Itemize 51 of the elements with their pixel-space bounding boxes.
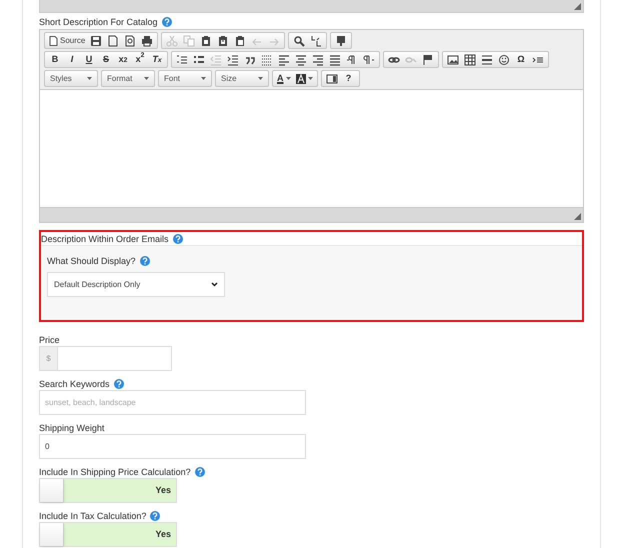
field-label: Include In Shipping Price Calculation? <box>39 467 191 477</box>
caret-icon <box>258 77 263 80</box>
price-field[interactable] <box>57 346 172 371</box>
toggle-knob[interactable] <box>40 479 64 502</box>
toolbar-button[interactable]: x$_{2}$ <box>115 52 131 66</box>
field-label: Search Keywords <box>39 379 110 389</box>
source-button[interactable]: Source <box>47 34 88 48</box>
input-field[interactable]: 0 <box>39 434 306 459</box>
help-icon[interactable] <box>150 511 160 521</box>
toolbar-button[interactable]: T$_{x}$ <box>149 52 165 66</box>
help-icon[interactable] <box>140 256 150 266</box>
help-icon[interactable] <box>162 16 172 26</box>
toggle-label: Yes <box>154 484 172 497</box>
toolbar-button[interactable]: U <box>81 52 97 66</box>
toggle-label: Yes <box>154 528 172 541</box>
display-select[interactable]: Default Description Only <box>47 272 225 297</box>
field-label: Description Within Order Emails <box>41 234 169 244</box>
toolbar-button[interactable]: ? <box>340 72 356 86</box>
toolbar-dropdown[interactable]: Font <box>158 70 212 87</box>
background-color-icon <box>296 74 306 84</box>
caret-icon <box>308 77 312 80</box>
field-label: Shipping Weight <box>39 423 104 433</box>
caret-icon <box>87 77 92 80</box>
toolbar-button[interactable]: x$^{2}$ <box>132 52 148 66</box>
toggle-knob[interactable] <box>40 523 64 546</box>
toggle-switch[interactable]: Yes <box>39 478 177 503</box>
field-label: Price <box>39 335 60 345</box>
input-field[interactable]: sunset, beach, landscape <box>39 390 306 415</box>
toggle-switch[interactable]: Yes <box>39 522 177 547</box>
caret-icon <box>286 77 290 80</box>
toolbar-dropdown[interactable]: Styles <box>44 70 98 87</box>
caret-icon <box>201 77 206 80</box>
page-icon <box>49 36 58 46</box>
resize-grip-icon[interactable] <box>574 3 581 10</box>
toolbar-button[interactable]: I <box>64 52 80 66</box>
toolbar-button[interactable]: S <box>98 52 114 66</box>
field-label: Short Description For Catalog <box>39 16 158 26</box>
caret-icon <box>144 77 149 80</box>
chevron-down-icon <box>211 282 218 287</box>
toolbar-button[interactable]: B <box>47 52 63 66</box>
toolbar-dropdown[interactable]: Size <box>215 70 269 87</box>
help-icon[interactable] <box>114 379 124 389</box>
toolbar-button[interactable]: Ω <box>513 52 529 66</box>
toolbar-dropdown[interactable]: Format <box>101 70 155 87</box>
help-icon[interactable] <box>172 234 183 244</box>
resize-grip-icon[interactable] <box>574 213 581 220</box>
help-icon[interactable] <box>194 467 205 477</box>
currency-addon: $ <box>39 346 57 371</box>
field-label: Include In Tax Calculation? <box>39 511 146 521</box>
text-color-button[interactable]: A <box>275 72 292 86</box>
field-label: What Should Display? <box>47 256 136 266</box>
